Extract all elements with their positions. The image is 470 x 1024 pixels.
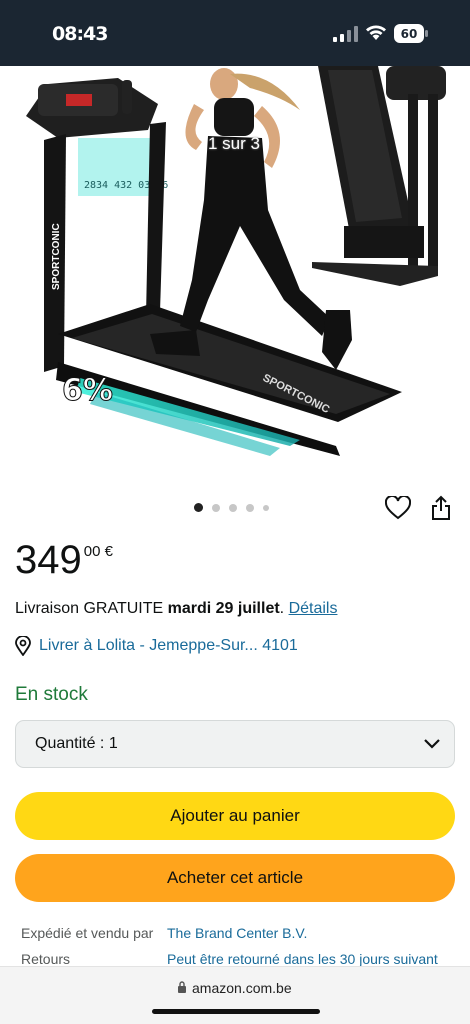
deliver-to-text: Livrer à Lolita - Jemeppe-Sur... 4101 xyxy=(39,637,298,654)
delivery-prefix: Livraison GRATUITE xyxy=(15,600,168,617)
heart-icon[interactable] xyxy=(385,496,411,520)
deliver-to-location[interactable]: Livrer à Lolita - Jemeppe-Sur... 4101 xyxy=(15,636,298,656)
url-text: amazon.com.be xyxy=(192,980,292,996)
stock-status: En stock xyxy=(15,684,88,705)
lock-icon xyxy=(178,981,186,993)
carousel-dots[interactable] xyxy=(194,503,269,512)
quantity-select[interactable]: Quantité : 1 xyxy=(15,720,455,768)
folded-treadmill xyxy=(312,66,446,286)
upright-brand: SPORTCONIC xyxy=(51,223,62,290)
seller-row: Expédié et vendu par The Brand Center B.V… xyxy=(21,925,307,941)
delivery-info: Livraison GRATUITE mardi 29 juillet. Dét… xyxy=(15,600,337,618)
carousel-dot[interactable] xyxy=(246,503,254,512)
delivery-date: mardi 29 juillet xyxy=(167,600,280,617)
shipped-sold-label: Expédié et vendu par xyxy=(21,925,154,941)
battery-icon: 60 xyxy=(393,23,429,44)
location-pin-icon xyxy=(15,636,31,656)
carousel-dot[interactable] xyxy=(212,503,220,512)
status-time: 08:43 xyxy=(52,23,108,45)
image-counter: 1 sur 3 xyxy=(208,134,260,153)
share-icon[interactable] xyxy=(430,495,452,521)
returns-label: Retours xyxy=(21,951,71,967)
carousel-dot[interactable] xyxy=(263,504,269,511)
chevron-down-icon xyxy=(424,739,440,749)
product-image[interactable]: 2834 432 03 86 SPORTCONIC SPORTCONIC 6% … xyxy=(0,66,470,476)
delivery-suffix: . xyxy=(279,600,289,617)
treadmill-illustration: 2834 432 03 86 SPORTCONIC SPORTCONIC 6% xyxy=(26,66,446,456)
battery-level: 60 xyxy=(401,27,418,41)
carousel-dot[interactable] xyxy=(229,503,237,512)
incline-badge: 6% xyxy=(62,373,113,408)
quantity-label: Quantité : 1 xyxy=(35,735,118,752)
price-whole: 349 xyxy=(15,538,82,582)
shipped-sold-value[interactable]: The Brand Center B.V. xyxy=(167,925,307,941)
price-fraction: 00 € xyxy=(83,543,113,560)
home-indicator xyxy=(152,1009,320,1014)
carousel-dot[interactable] xyxy=(194,503,203,512)
buy-now-button[interactable]: Acheter cet article xyxy=(15,854,455,902)
price: 349 00 € xyxy=(15,538,113,582)
status-bar: 08:43 60 xyxy=(0,0,470,66)
signal-icon xyxy=(333,26,358,42)
browser-url-bar[interactable]: amazon.com.be xyxy=(0,966,470,1024)
returns-row: Retours Peut être retourné dans les 30 jo… xyxy=(21,951,438,967)
wifi-icon xyxy=(366,25,386,40)
add-to-cart-button[interactable]: Ajouter au panier xyxy=(15,792,455,840)
returns-value[interactable]: Peut être retourné dans les 30 jours sui… xyxy=(167,951,438,967)
details-link[interactable]: Détails xyxy=(289,600,338,617)
